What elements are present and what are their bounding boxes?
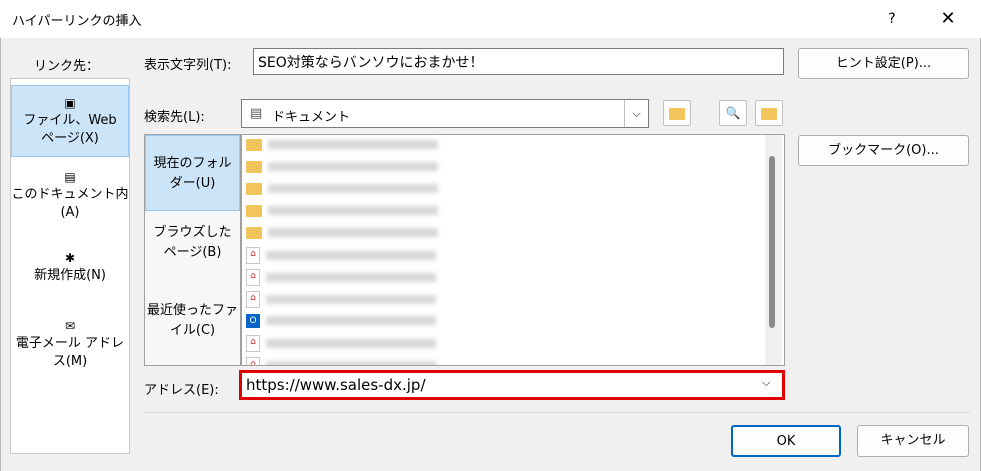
tab-label: 現在のフォル (153, 156, 232, 171)
text-to-display-label: 表示文字列(T): (144, 58, 232, 73)
link-to-item-label: 電子メール アドレ (15, 336, 125, 351)
chevron-down-icon[interactable]: ⌵ (762, 376, 770, 390)
link-to-place-in-document[interactable]: ▤ このドキュメント内 (A) (11, 165, 129, 227)
list-item[interactable]: ⌂ (246, 291, 506, 312)
folder-icon (246, 138, 262, 151)
link-to-item-label: ス(M) (52, 354, 88, 369)
tab-label: イル(C) (169, 323, 216, 338)
cancel-button[interactable]: キャンセル (857, 425, 969, 457)
location-tabs: 現在のフォル ダー(U) ブラウズした ページ(B) 最近使ったファ イル(C) (144, 134, 241, 366)
scrollbar-thumb[interactable] (769, 156, 775, 328)
folder-icon (246, 204, 262, 217)
ok-button[interactable]: OK (731, 425, 841, 457)
list-item[interactable] (246, 203, 506, 224)
pdf-icon: ⌂ (246, 335, 260, 352)
file-list[interactable]: ⌂ ⌂ ⌂ O ⌂ ⌂ (241, 134, 785, 366)
pdf-icon: ⌂ (246, 269, 260, 286)
tab-label: ブラウズした (153, 225, 232, 240)
folder-icon (246, 226, 262, 239)
link-to-item-label: ページ(X) (41, 131, 99, 146)
bookmark-button[interactable]: ブックマーク(O)... (798, 135, 969, 166)
list-item[interactable] (246, 225, 506, 246)
email-icon: ✉ (64, 319, 76, 333)
look-in-label: 検索先(L): (144, 110, 205, 125)
pdf-icon: ⌂ (246, 291, 260, 308)
chevron-down-icon[interactable]: ⌵ (624, 100, 648, 127)
outlook-icon: O (246, 313, 260, 328)
look-in-value: ドキュメント (272, 110, 351, 125)
tab-label: ダー(U) (169, 176, 216, 191)
tab-label: ページ(B) (163, 245, 222, 260)
title-bar: ハイパーリンクの挿入 ? ✕ (0, 0, 981, 38)
new-document-icon: ✱ (64, 251, 76, 265)
list-item[interactable] (246, 159, 506, 180)
link-to-email-address[interactable]: ✉ 電子メール アドレ ス(M) (11, 319, 129, 381)
address-label: アドレス(E): (144, 383, 219, 398)
list-item[interactable]: ⌂ (246, 269, 506, 290)
documents-folder-icon: ▤ (250, 106, 263, 121)
divider (144, 412, 970, 413)
list-item[interactable]: ⌂ (246, 247, 506, 268)
link-to-file-web-page[interactable]: ▣ ファイル、Web ページ(X) (11, 85, 129, 157)
list-item[interactable] (246, 137, 506, 158)
list-item[interactable] (246, 181, 506, 202)
list-item[interactable]: O (246, 313, 506, 334)
tab-browsed-pages[interactable]: ブラウズした ページ(B) (145, 223, 240, 279)
tab-recent-files[interactable]: 最近使ったファ イル(C) (145, 301, 240, 357)
address-input[interactable]: https://www.sales-dx.jp/ ⌵ (239, 370, 785, 400)
link-to-create-new[interactable]: ✱ 新規作成(N) (11, 251, 129, 301)
link-to-item-label: 新規作成(N) (34, 268, 106, 283)
up-folder-icon[interactable] (663, 100, 691, 126)
list-item[interactable]: ⌂ (246, 335, 506, 356)
list-item[interactable]: ⌂ (246, 357, 506, 365)
dialog-title: ハイパーリンクの挿入 (12, 14, 142, 29)
link-to-item-label: このドキュメント内 (11, 187, 129, 202)
web-page-icon: ▣ (64, 96, 76, 110)
close-button[interactable]: ✕ (928, 4, 968, 34)
text-to-display-input[interactable]: SEO対策ならバンソウにおまかせ！ (253, 48, 784, 75)
link-to-panel: ▣ ファイル、Web ページ(X) ▤ このドキュメント内 (A) ✱ 新規作成… (10, 78, 130, 454)
link-to-label: リンク先： (34, 59, 100, 74)
pdf-icon: ⌂ (246, 247, 260, 264)
link-to-item-label: (A) (60, 205, 80, 220)
tab-current-folder[interactable]: 現在のフォル ダー(U) (145, 135, 240, 211)
folder-icon (246, 160, 262, 173)
link-to-item-label: ファイル、Web (23, 113, 117, 128)
folder-icon (246, 182, 262, 195)
help-button[interactable]: ? (872, 4, 912, 34)
screentip-button[interactable]: ヒント設定(P)... (798, 48, 969, 79)
address-value: https://www.sales-dx.jp/ (246, 376, 426, 394)
browse-web-icon[interactable]: 🔍 (719, 100, 747, 126)
tab-label: 最近使ったファ (146, 303, 238, 318)
pdf-icon: ⌂ (246, 357, 260, 365)
document-place-icon: ▤ (64, 170, 76, 184)
look-in-dropdown[interactable]: ▤ ドキュメント ⌵ (241, 99, 649, 128)
browse-file-icon[interactable] (755, 100, 783, 126)
